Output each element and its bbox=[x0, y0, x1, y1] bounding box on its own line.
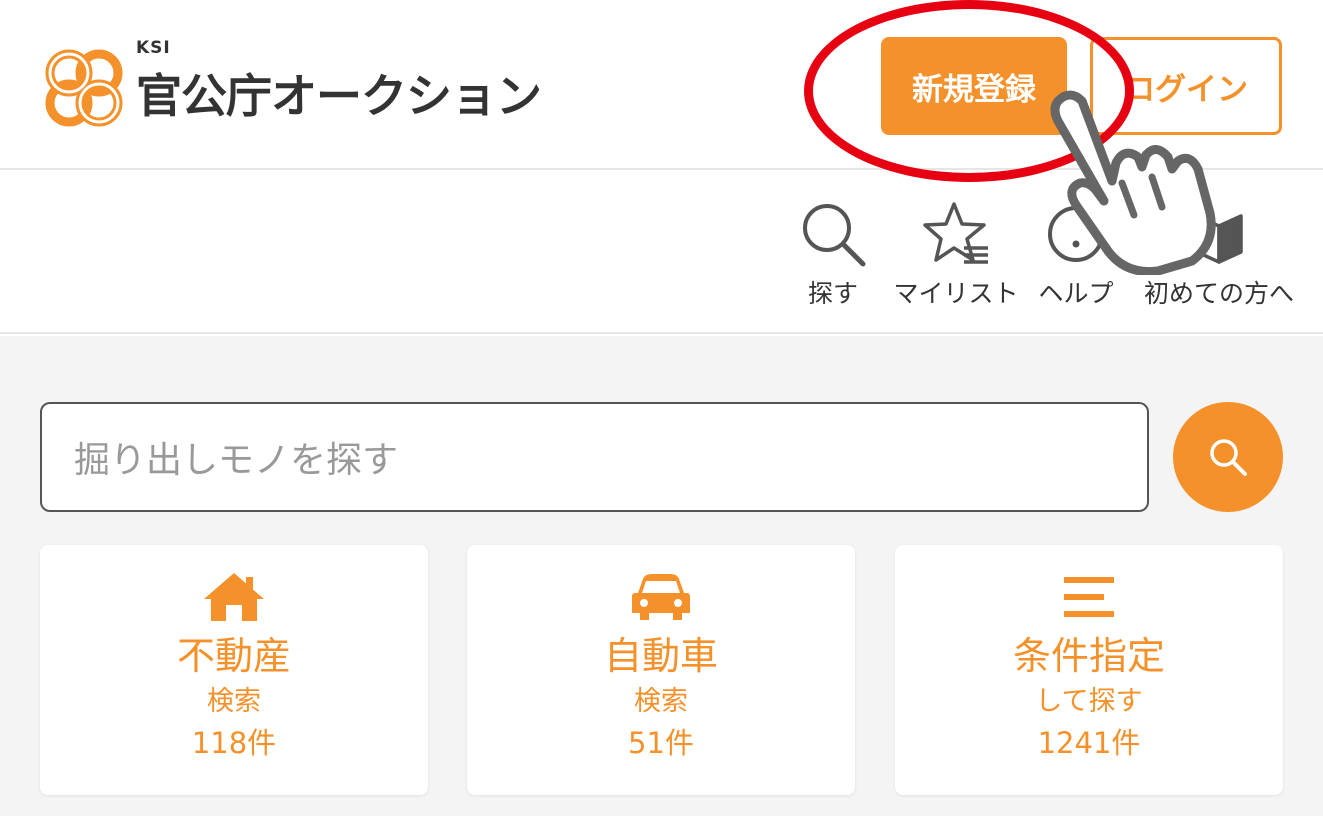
icon-nav: 探す マイリスト ヘルプ 初めての方へ bbox=[0, 172, 1323, 334]
category-count: 118件 bbox=[191, 726, 277, 760]
logo-site-name: 官公庁オークション bbox=[136, 69, 542, 123]
category-title: 自動車 bbox=[603, 634, 718, 678]
logo-ksi-text: KSI bbox=[136, 38, 171, 58]
category-count: 51件 bbox=[628, 726, 694, 760]
help-icon bbox=[1048, 206, 1104, 262]
star-list-icon bbox=[923, 202, 988, 264]
site-logo[interactable]: KSI 官公庁オークション bbox=[38, 38, 542, 134]
nav-item-beginners[interactable]: 初めての方へ bbox=[1138, 198, 1300, 310]
nav-label-help: ヘルプ bbox=[1038, 279, 1114, 308]
nav-item-help[interactable]: ヘルプ bbox=[1033, 198, 1119, 310]
book-icon bbox=[1195, 214, 1243, 264]
nav-label-beginners: 初めての方へ bbox=[1143, 279, 1294, 308]
main-content: 掘り出しモノを探す 不動産 検索 118件 自動車 検索 51件 条件指定 して… bbox=[0, 336, 1323, 816]
category-card-car[interactable]: 自動車 検索 51件 bbox=[467, 545, 855, 795]
logo-knot-icon bbox=[45, 49, 123, 127]
category-card-real-estate[interactable]: 不動産 検索 118件 bbox=[40, 545, 428, 795]
nav-item-mylist[interactable]: マイリスト bbox=[886, 198, 1026, 310]
house-icon bbox=[204, 573, 264, 621]
register-button[interactable]: 新規登録 bbox=[881, 37, 1067, 135]
search-icon bbox=[803, 204, 866, 267]
category-card-conditions[interactable]: 条件指定 して探す 1241件 bbox=[895, 545, 1283, 795]
category-subtitle: して探す bbox=[1035, 686, 1143, 717]
category-title: 不動産 bbox=[176, 634, 291, 678]
nav-label-search: 探す bbox=[807, 279, 858, 308]
search-icon bbox=[1210, 439, 1247, 476]
nav-item-search[interactable]: 探す bbox=[797, 198, 869, 310]
category-subtitle: 検索 bbox=[634, 686, 688, 717]
menu-lines-icon bbox=[1064, 577, 1114, 617]
login-button[interactable]: ログイン bbox=[1090, 37, 1282, 135]
category-subtitle: 検索 bbox=[207, 686, 261, 717]
search-input[interactable]: 掘り出しモノを探す bbox=[40, 402, 1149, 512]
search-submit-button[interactable] bbox=[1173, 402, 1283, 512]
nav-label-mylist: マイリスト bbox=[893, 279, 1019, 308]
site-header: KSI 官公庁オークション 新規登録 ログイン bbox=[0, 0, 1323, 170]
category-count: 1241件 bbox=[1037, 726, 1141, 760]
category-title: 条件指定 bbox=[1012, 634, 1165, 678]
car-icon bbox=[632, 574, 690, 620]
